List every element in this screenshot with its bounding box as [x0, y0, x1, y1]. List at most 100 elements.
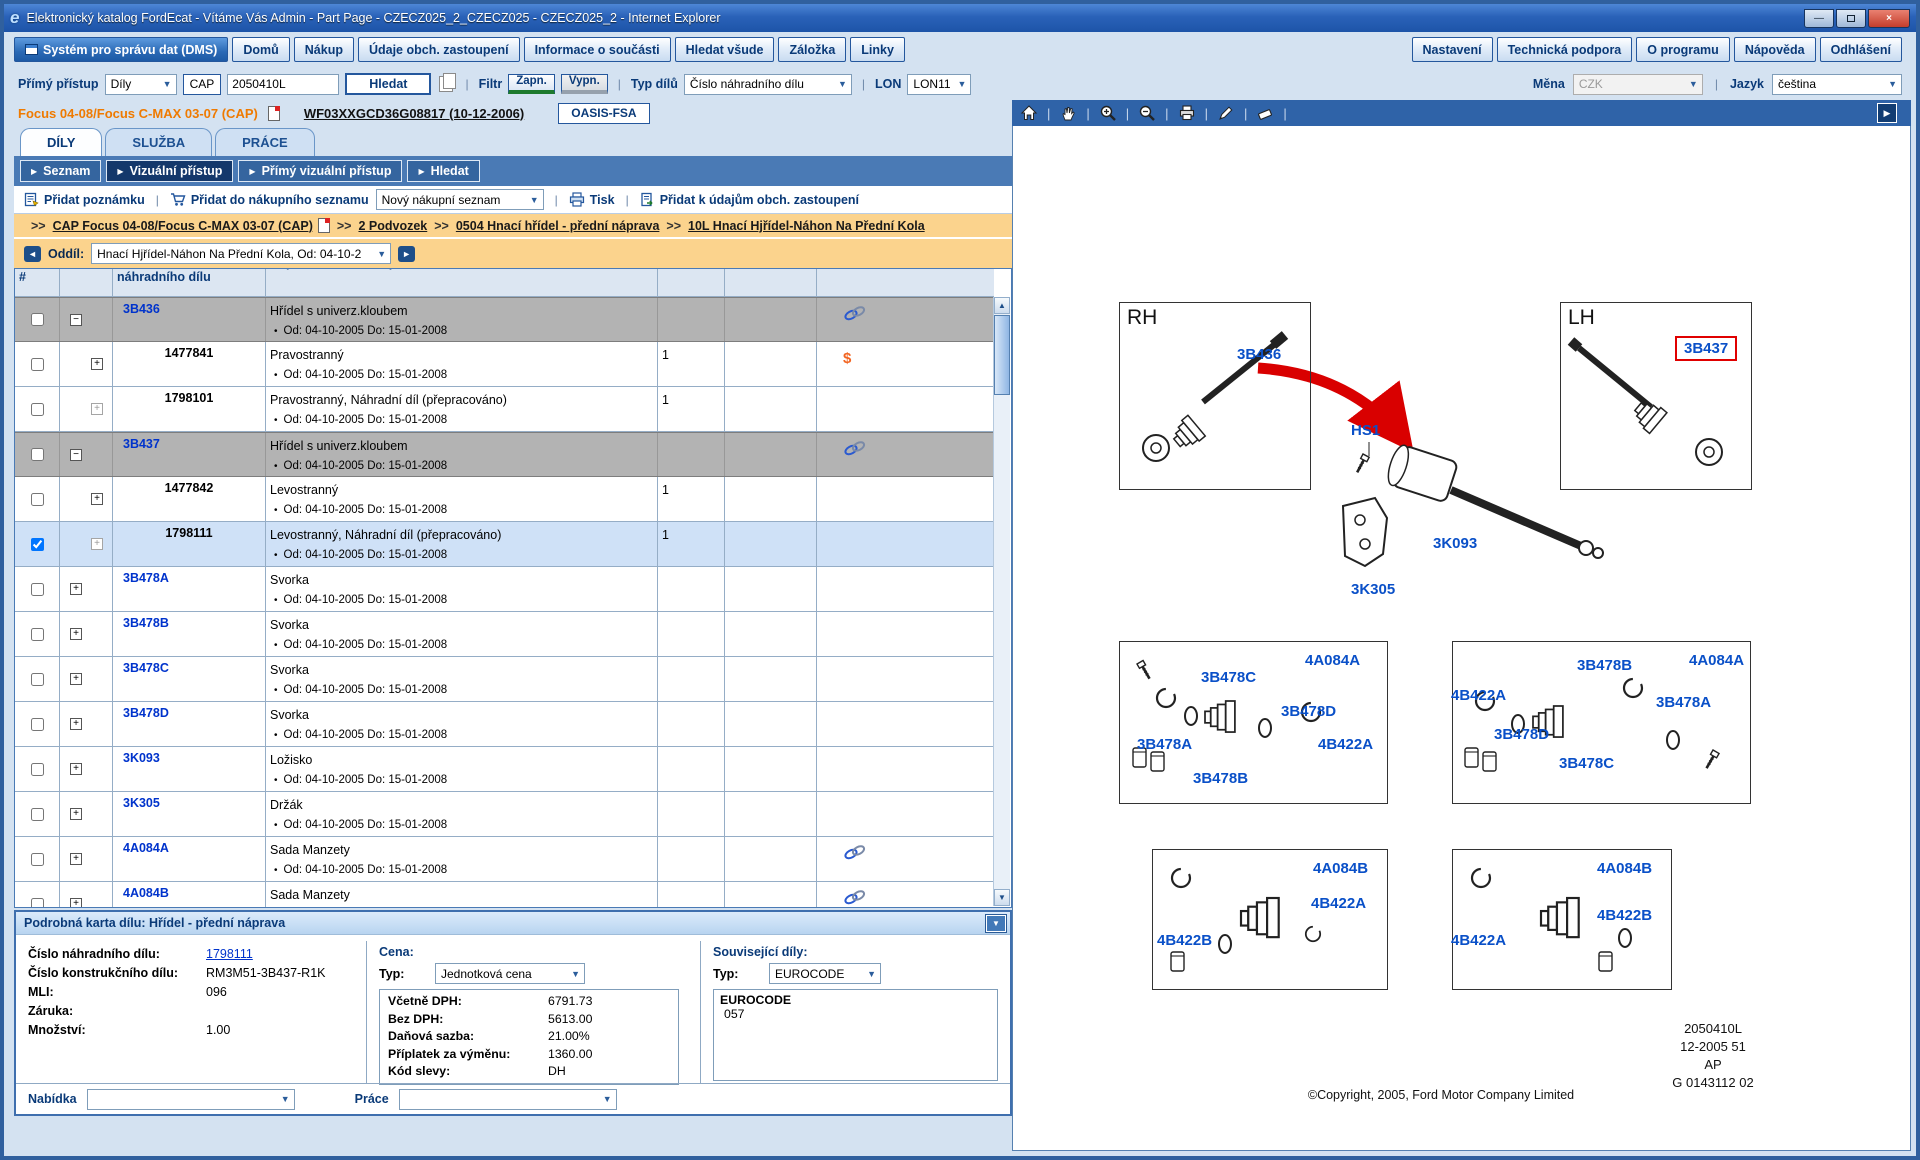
view-mode-button[interactable]: ▶ Přímý vizuální přístup: [238, 160, 402, 182]
breadcrumb-link[interactable]: 10L Hnací Hjřídel-Náhon Na Přední Kola: [688, 219, 925, 233]
collapse-panel-button[interactable]: ▼: [986, 915, 1006, 932]
part-label-3b478c[interactable]: 3B478C: [1559, 755, 1614, 772]
document-icon[interactable]: [318, 218, 330, 233]
part-label-3b478b[interactable]: 3B478B: [1577, 657, 1632, 674]
part-number-link[interactable]: 1798101: [165, 391, 214, 405]
row-checkbox[interactable]: [31, 313, 44, 326]
table-row[interactable]: − 3B436 Hřídel s univerz.kloubem •Od: 04…: [15, 297, 994, 342]
part-label-4a084b[interactable]: 4A084B: [1597, 860, 1652, 877]
part-label-4b422b[interactable]: 4B422B: [1157, 932, 1212, 949]
filter-on-button[interactable]: Zapn.: [508, 74, 555, 94]
expand-toggle[interactable]: +: [70, 673, 82, 685]
next-section-button[interactable]: ►: [398, 246, 415, 262]
scrollbar-thumb[interactable]: [994, 315, 1010, 395]
part-label-4b422a[interactable]: 4B422A: [1311, 895, 1366, 912]
part-label-3b478c[interactable]: 3B478C: [1201, 669, 1256, 686]
expand-toggle[interactable]: +: [70, 898, 82, 907]
row-checkbox[interactable]: [31, 808, 44, 821]
table-row[interactable]: + 3B478C Svorka •Od: 04-10-2005 Do: 15-0…: [15, 657, 994, 702]
nav-button[interactable]: Informace o součásti: [524, 37, 671, 62]
part-number-link[interactable]: 3B478B: [117, 616, 169, 630]
part-label-3b478d[interactable]: 3B478D: [1494, 726, 1549, 743]
part-number-link[interactable]: 4A084B: [117, 886, 169, 900]
view-mode-button[interactable]: ▶ Hledat: [407, 160, 479, 182]
row-checkbox[interactable]: [31, 628, 44, 641]
related-type-select[interactable]: EUROCODE▼: [769, 963, 881, 984]
maximize-button[interactable]: [1836, 9, 1866, 28]
home-icon[interactable]: [1020, 104, 1038, 122]
part-label-4a084a[interactable]: 4A084A: [1305, 652, 1360, 669]
nav-button[interactable]: O programu: [1636, 37, 1730, 62]
nav-button[interactable]: Linky: [850, 37, 905, 62]
expand-toggle[interactable]: +: [70, 583, 82, 595]
link-icon[interactable]: [843, 845, 867, 860]
search-button[interactable]: Hledat: [345, 73, 431, 95]
nav-button[interactable]: Odhlášení: [1820, 37, 1902, 62]
table-row[interactable]: + 3K305 Držák •Od: 04-10-2005 Do: 15-01-…: [15, 792, 994, 837]
table-row[interactable]: + 1798111 Levostranný, Náhradní díl (pře…: [15, 522, 994, 567]
zoom-in-icon[interactable]: [1099, 104, 1117, 122]
part-number-link[interactable]: 3B437: [117, 437, 160, 451]
expand-toggle[interactable]: +: [70, 808, 82, 820]
table-row[interactable]: + 3B478D Svorka •Od: 04-10-2005 Do: 15-0…: [15, 702, 994, 747]
currency-select[interactable]: CZK▼: [1573, 74, 1703, 95]
part-label-4a084b[interactable]: 4A084B: [1313, 860, 1368, 877]
part-number-link[interactable]: 3B478C: [117, 661, 169, 675]
shopping-list-select[interactable]: Nový nákupní seznam▼: [376, 189, 544, 210]
add-to-shopping-list-button[interactable]: Přidat do nákupního seznamu: [170, 192, 369, 207]
vehicle-document-icon[interactable]: [268, 106, 280, 121]
nav-button[interactable]: Technická podpora: [1497, 37, 1633, 62]
tab[interactable]: DÍLY: [20, 128, 102, 156]
part-label-4b422b[interactable]: 4B422B: [1597, 907, 1652, 924]
table-row[interactable]: − 3B437 Hřídel s univerz.kloubem •Od: 04…: [15, 432, 994, 477]
vehicle-name-link[interactable]: Focus 04-08/Focus C-MAX 03-07 (CAP): [18, 106, 258, 121]
part-label-4b422a[interactable]: 4B422A: [1451, 932, 1506, 949]
row-checkbox[interactable]: [31, 763, 44, 776]
row-checkbox[interactable]: [31, 718, 44, 731]
print-illustration-icon[interactable]: [1178, 104, 1196, 122]
table-row[interactable]: + 1477841 Pravostranný •Od: 04-10-2005 D…: [15, 342, 994, 387]
part-number-link[interactable]: 4A084A: [117, 841, 169, 855]
filter-off-button[interactable]: Vypn.: [561, 74, 608, 94]
lon-select[interactable]: LON11▼: [907, 74, 971, 95]
part-label-3b478d[interactable]: 3B478D: [1281, 703, 1336, 720]
nav-button[interactable]: Údaje obch. zastoupení: [358, 37, 520, 62]
row-checkbox[interactable]: [31, 448, 44, 461]
language-select[interactable]: čeština▼: [1772, 74, 1902, 95]
direct-access-type-select[interactable]: Díly▼: [105, 74, 177, 95]
minimize-button[interactable]: —: [1804, 9, 1834, 28]
nav-button[interactable]: Systém pro správu dat (DMS): [14, 37, 228, 62]
nav-button[interactable]: Záložka: [778, 37, 846, 62]
table-row[interactable]: + 1477842 Levostranný •Od: 04-10-2005 Do…: [15, 477, 994, 522]
part-label-3b436[interactable]: 3B436: [1237, 346, 1281, 363]
table-row[interactable]: + 3K093 Ložisko •Od: 04-10-2005 Do: 15-0…: [15, 747, 994, 792]
part-label-3k305[interactable]: 3K305: [1351, 581, 1395, 598]
row-checkbox[interactable]: [31, 403, 44, 416]
price-type-select[interactable]: Jednotková cena▼: [435, 963, 585, 984]
row-checkbox[interactable]: [31, 493, 44, 506]
expand-toggle[interactable]: +: [91, 538, 103, 550]
cap-button[interactable]: CAP: [183, 74, 222, 95]
close-button[interactable]: ×: [1868, 9, 1910, 28]
part-label-3b478b[interactable]: 3B478B: [1193, 770, 1248, 787]
part-label-4b422a[interactable]: 4B422A: [1451, 687, 1506, 704]
eraser-icon[interactable]: [1256, 104, 1274, 122]
part-label-hs1[interactable]: HS1: [1351, 422, 1380, 439]
offer-select[interactable]: ▼: [87, 1089, 295, 1110]
print-button[interactable]: Tisk: [569, 192, 615, 207]
row-checkbox[interactable]: [31, 358, 44, 371]
part-number-link[interactable]: 3B478D: [117, 706, 169, 720]
part-label-3b478a[interactable]: 3B478A: [1656, 694, 1711, 711]
row-checkbox[interactable]: [31, 898, 44, 908]
expand-toggle[interactable]: −: [70, 314, 82, 326]
tab[interactable]: SLUŽBA: [105, 128, 212, 156]
scroll-up-button[interactable]: ▲: [994, 297, 1010, 314]
add-to-dealer-data-button[interactable]: Přidat k údajům obch. zastoupení: [640, 192, 859, 207]
direct-access-input[interactable]: [227, 74, 339, 95]
link-icon[interactable]: [843, 306, 867, 321]
oasis-fsa-button[interactable]: OASIS-FSA: [558, 103, 649, 124]
nav-button[interactable]: Nápověda: [1734, 37, 1816, 62]
expand-toggle[interactable]: +: [70, 853, 82, 865]
part-label-3k093[interactable]: 3K093: [1433, 535, 1477, 552]
table-row[interactable]: + 3B478B Svorka •Od: 04-10-2005 Do: 15-0…: [15, 612, 994, 657]
